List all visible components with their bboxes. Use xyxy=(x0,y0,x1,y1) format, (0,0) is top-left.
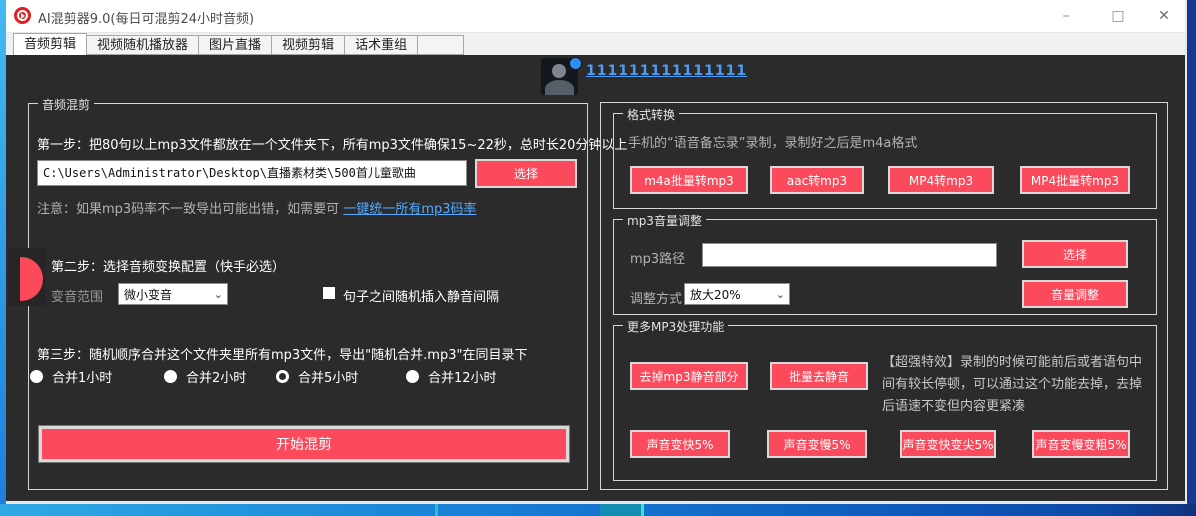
taskbar-teal-line xyxy=(435,504,438,516)
volume-select-button[interactable]: 选择 xyxy=(1022,240,1128,268)
tab-video-edit[interactable]: 视频剪辑 xyxy=(272,35,345,55)
m4a-batch-to-mp3-button[interactable]: m4a批量转mp3 xyxy=(630,166,748,194)
voice-range-select[interactable]: 微小变音 ⌄ xyxy=(118,283,228,305)
mp3-folder-path-input[interactable]: C:\Users\Administrator\Desktop\直播素材类\500… xyxy=(37,160,467,186)
username-link[interactable]: 111111111111111 xyxy=(586,63,747,79)
radio-icon xyxy=(30,370,43,383)
radio-icon xyxy=(164,370,177,383)
maximize-icon[interactable]: □ xyxy=(1104,5,1132,27)
merge-1h-radio[interactable]: 合并1小时 xyxy=(30,367,112,386)
mp3-path-label: mp3路径 xyxy=(630,248,685,267)
select-folder-button[interactable]: 选择 xyxy=(475,159,577,188)
tab-empty xyxy=(418,35,464,55)
chevron-down-icon: ⌄ xyxy=(776,288,785,301)
format-hint: 手机的“语音备忘录”录制，录制好之后是m4a格式 xyxy=(628,132,917,151)
step2-text: 第二步：选择音频变换配置（快手必选） xyxy=(51,256,285,275)
step1-text: 第一步：把80句以上mp3文件都放在一个文件夹下，所有mp3文件确保15~22秒… xyxy=(37,134,627,153)
app-logo-icon xyxy=(14,7,31,24)
volume-adjust-title: mp3音量调整 xyxy=(623,212,706,229)
tab-video-random-player[interactable]: 视频随机播放器 xyxy=(87,35,199,55)
super-effect-hint: 【超强特效】录制的时候可能前后或者语句中间有较长停顿，可以通过这个功能去掉，去掉… xyxy=(882,352,1150,418)
speed-up-5-button[interactable]: 声音变快5% xyxy=(630,430,730,458)
adjust-mode-value: 放大20% xyxy=(690,286,741,303)
tab-script-recompose[interactable]: 话术重组 xyxy=(345,35,418,55)
voice-range-label: 变音范围 xyxy=(51,286,103,305)
app-screen: AI混剪器9.0(每日可混剪24小时音频) – □ ✕ 音频剪辑 视频随机播放器… xyxy=(0,0,1196,516)
start-mix-button[interactable]: 开始混剪 xyxy=(39,426,569,462)
tab-strip: 音频剪辑 视频随机播放器 图片直播 视频剪辑 话术重组 xyxy=(13,33,464,55)
close-icon[interactable]: ✕ xyxy=(1150,5,1178,27)
step3-text: 第三步：随机顺序合并这个文件夹里所有mp3文件，导出"随机合并.mp3"在同目录… xyxy=(37,344,527,363)
audio-mix-group-title: 音频混剪 xyxy=(38,96,94,113)
more-mp3-group: 更多MP3处理功能 去掉mp3静音部分 批量去静音 【超强特效】录制的时候可能前… xyxy=(613,325,1157,481)
volume-adjust-button[interactable]: 音量调整 xyxy=(1022,280,1128,308)
merge-2h-radio[interactable]: 合并2小时 xyxy=(164,367,246,386)
aac-to-mp3-button[interactable]: aac转mp3 xyxy=(770,166,864,194)
avatar-shoulders xyxy=(545,80,574,95)
remove-silence-button[interactable]: 去掉mp3静音部分 xyxy=(630,362,748,390)
merge-12h-radio[interactable]: 合并12小时 xyxy=(406,367,497,386)
tab-image-live[interactable]: 图片直播 xyxy=(199,35,272,55)
slower-deeper-5-button[interactable]: 声音变慢变粗5% xyxy=(1032,430,1130,458)
slow-down-5-button[interactable]: 声音变慢5% xyxy=(767,430,867,458)
taskbar-teal-segment xyxy=(600,504,643,516)
mp3-path-input[interactable] xyxy=(702,243,997,267)
faster-sharper-5-button[interactable]: 声音变快变尖5% xyxy=(900,430,996,458)
bitrate-note-text: 注意：如果mp3码率不一致导出可能出错，如需要可 xyxy=(37,202,339,217)
radio-icon xyxy=(406,370,419,383)
audio-mix-group: 音频混剪 第一步：把80句以上mp3文件都放在一个文件夹下，所有mp3文件确保1… xyxy=(28,103,588,490)
voice-range-value: 微小变音 xyxy=(124,286,172,303)
adjust-mode-select[interactable]: 放大20% ⌄ xyxy=(684,283,790,305)
more-mp3-title: 更多MP3处理功能 xyxy=(623,318,728,335)
adjust-mode-label: 调整方式 xyxy=(630,288,682,307)
avatar-online-badge-icon xyxy=(569,57,582,70)
minimize-icon[interactable]: – xyxy=(1052,5,1080,27)
batch-remove-silence-button[interactable]: 批量去静音 xyxy=(770,362,868,390)
avatar-head xyxy=(552,64,566,78)
volume-adjust-group: mp3音量调整 mp3路径 选择 调整方式 放大20% ⌄ 音量调整 xyxy=(613,219,1157,315)
window-border-bottom xyxy=(6,501,1187,504)
radio-selected-icon xyxy=(276,370,289,383)
window-border-right xyxy=(1185,0,1187,504)
taskbar-teal-line xyxy=(641,504,644,516)
format-convert-group: 格式转换 手机的“语音备忘录”录制，录制好之后是m4a格式 m4a批量转mp3 … xyxy=(613,113,1157,209)
unify-bitrate-link[interactable]: 一键统一所有mp3码率 xyxy=(343,202,476,217)
mp4-batch-to-mp3-button[interactable]: MP4批量转mp3 xyxy=(1020,166,1130,194)
silence-gap-label: 句子之间随机插入静音间隔 xyxy=(343,286,499,305)
window-title: AI混剪器9.0(每日可混剪24小时音频) xyxy=(38,8,254,27)
mp4-to-mp3-button[interactable]: MP4转mp3 xyxy=(888,166,994,194)
chevron-down-icon: ⌄ xyxy=(214,288,223,301)
silence-gap-checkbox[interactable] xyxy=(323,287,335,299)
format-convert-title: 格式转换 xyxy=(623,106,679,123)
right-panel: 格式转换 手机的“语音备忘录”录制，录制好之后是m4a格式 m4a批量转mp3 … xyxy=(600,102,1168,490)
desktop-edge-right xyxy=(1187,0,1196,516)
merge-5h-radio[interactable]: 合并5小时 xyxy=(276,367,358,386)
desktop-taskbar-strip xyxy=(0,504,1196,516)
tab-audio-edit[interactable]: 音频剪辑 xyxy=(13,33,87,55)
bitrate-note: 注意：如果mp3码率不一致导出可能出错，如需要可 一键统一所有mp3码率 xyxy=(37,198,477,217)
